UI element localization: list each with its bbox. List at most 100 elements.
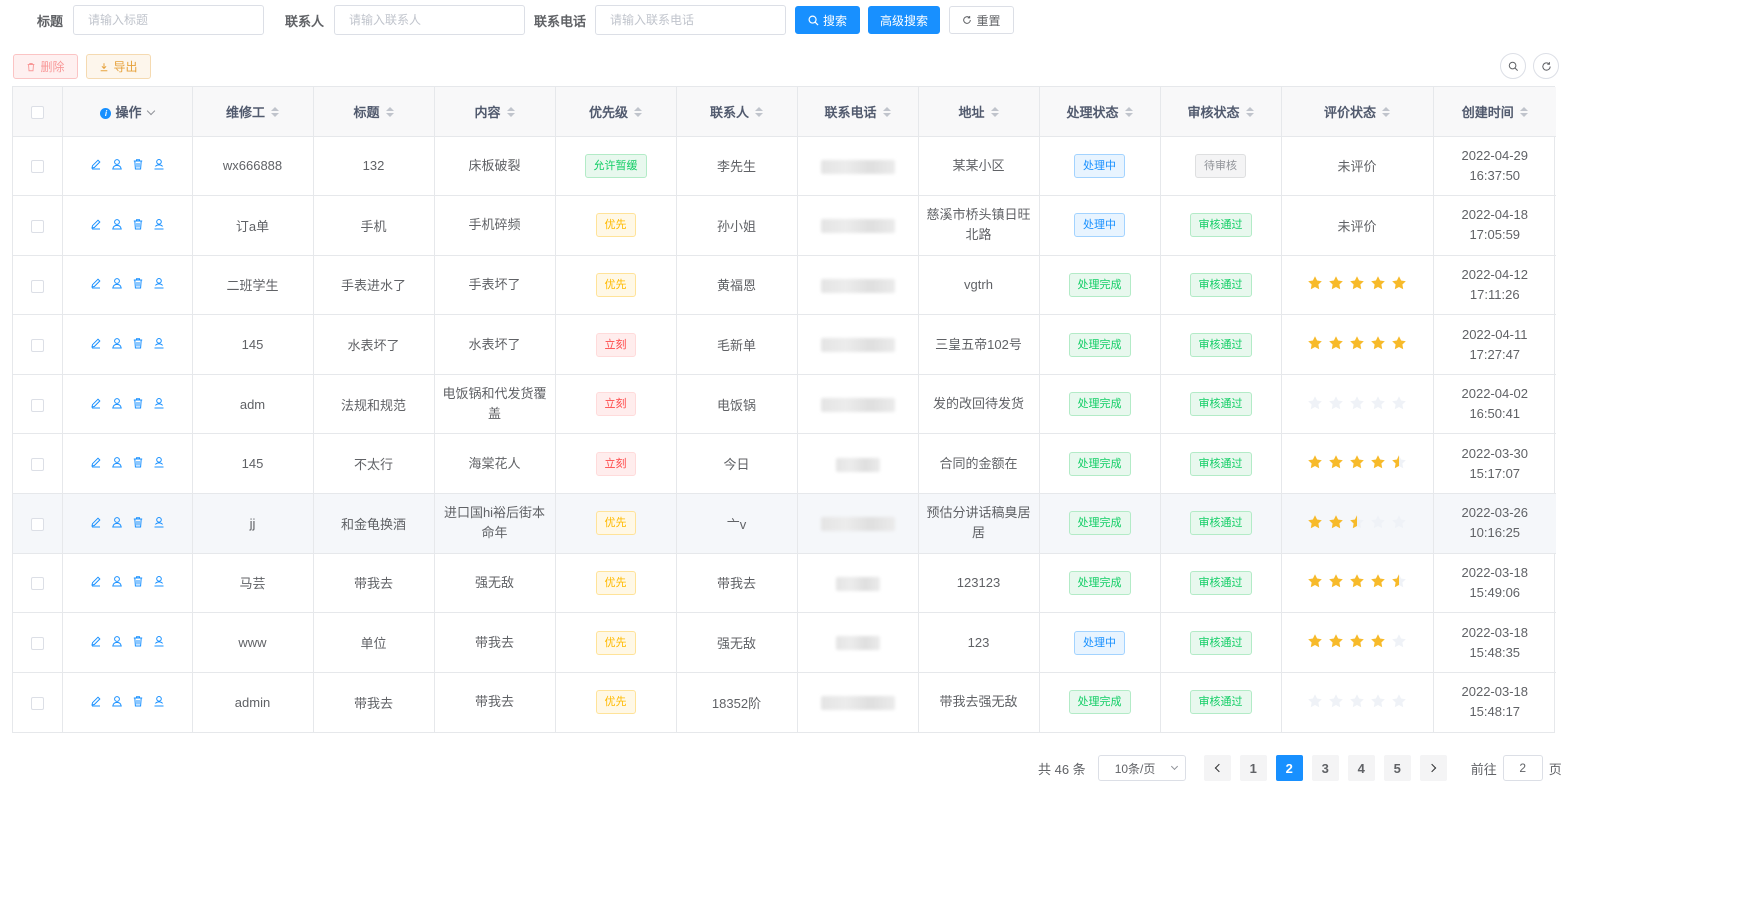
sort-icon[interactable] bbox=[990, 107, 999, 118]
header-title[interactable]: 标题 bbox=[313, 87, 435, 137]
star-icon[interactable] bbox=[1391, 693, 1407, 709]
star-icon[interactable] bbox=[1307, 514, 1323, 530]
export-button[interactable]: 导出 bbox=[86, 54, 151, 79]
star-icon[interactable] bbox=[1307, 693, 1323, 709]
page-size-select[interactable]: 10条/页 bbox=[1097, 755, 1186, 781]
toggle-search-button[interactable] bbox=[1500, 53, 1526, 79]
star-icon[interactable] bbox=[1307, 633, 1323, 649]
trash-icon[interactable] bbox=[132, 456, 144, 468]
search-button[interactable]: 搜索 bbox=[795, 6, 860, 34]
star-icon[interactable] bbox=[1391, 275, 1407, 291]
row-checkbox[interactable] bbox=[30, 219, 44, 233]
header-phone[interactable]: 联系电话 bbox=[797, 87, 919, 137]
sort-icon[interactable] bbox=[271, 107, 279, 118]
star-icon[interactable] bbox=[1391, 514, 1407, 530]
header-created[interactable]: 创建时间 bbox=[1433, 87, 1556, 137]
sort-icon[interactable] bbox=[755, 107, 763, 118]
edit-icon[interactable] bbox=[90, 158, 102, 170]
table-row[interactable]: 二班学生 手表进水了 手表坏了 优先 黄福恩 vgtrh 处理完成 审核通过 2… bbox=[13, 255, 1556, 316]
star-icon[interactable] bbox=[1307, 573, 1323, 589]
trash-icon[interactable] bbox=[132, 635, 144, 647]
row-checkbox[interactable] bbox=[30, 160, 44, 174]
table-row[interactable]: wx666888 132 床板破裂 允许暂缓 李先生 某某小区 处理中 待审核 … bbox=[13, 136, 1556, 197]
star-icon[interactable] bbox=[1370, 633, 1386, 649]
page-number-button[interactable]: 3 bbox=[1311, 755, 1339, 781]
star-icon[interactable] bbox=[1370, 514, 1386, 530]
sort-icon[interactable] bbox=[1245, 107, 1254, 118]
refresh-button[interactable] bbox=[1533, 53, 1559, 79]
contact-input[interactable] bbox=[334, 5, 525, 35]
star-icon[interactable] bbox=[1328, 633, 1344, 649]
table-row[interactable]: jj 和金龟换酒 进口国hi裕后街本命年 优先 亠v 预估分讲话稿臭居居 处理完… bbox=[13, 493, 1556, 554]
star-icon[interactable] bbox=[1391, 454, 1407, 470]
user-icon[interactable] bbox=[111, 277, 123, 289]
edit-icon[interactable] bbox=[90, 575, 102, 587]
star-icon[interactable] bbox=[1328, 275, 1344, 291]
trash-icon[interactable] bbox=[132, 218, 144, 230]
row-checkbox[interactable] bbox=[30, 279, 44, 293]
star-icon[interactable] bbox=[1349, 693, 1365, 709]
header-address[interactable]: 地址 bbox=[918, 87, 1040, 137]
user-icon[interactable] bbox=[111, 158, 123, 170]
assign-icon[interactable] bbox=[153, 516, 165, 528]
table-row[interactable]: admin 带我去 带我去 优先 18352阶 带我去强无敌 处理完成 审核通过… bbox=[13, 672, 1556, 732]
star-icon[interactable] bbox=[1307, 335, 1323, 351]
header-contact[interactable]: 联系人 bbox=[676, 87, 798, 137]
star-icon[interactable] bbox=[1349, 514, 1365, 530]
star-icon[interactable] bbox=[1349, 275, 1365, 291]
star-icon[interactable] bbox=[1391, 335, 1407, 351]
assign-icon[interactable] bbox=[153, 456, 165, 468]
star-icon[interactable] bbox=[1328, 514, 1344, 530]
row-checkbox[interactable] bbox=[30, 696, 44, 710]
table-row[interactable]: 145 水表坏了 水表坏了 立刻 毛新单 三皇五帝102号 处理完成 审核通过 … bbox=[13, 314, 1556, 375]
star-icon[interactable] bbox=[1328, 573, 1344, 589]
star-icon[interactable] bbox=[1391, 395, 1407, 411]
sort-icon[interactable] bbox=[1382, 107, 1390, 118]
star-icon[interactable] bbox=[1328, 454, 1344, 470]
user-icon[interactable] bbox=[111, 695, 123, 707]
trash-icon[interactable] bbox=[132, 337, 144, 349]
star-icon[interactable] bbox=[1391, 573, 1407, 589]
table-row[interactable]: 订a单 手机 手机碎频 优先 孙小姐 慈溪市桥头镇日旺北路 处理中 审核通过 未… bbox=[13, 195, 1556, 256]
edit-icon[interactable] bbox=[90, 635, 102, 647]
edit-icon[interactable] bbox=[90, 277, 102, 289]
header-priority[interactable]: 优先级 bbox=[555, 87, 677, 137]
star-icon[interactable] bbox=[1370, 275, 1386, 291]
star-icon[interactable] bbox=[1391, 633, 1407, 649]
trash-icon[interactable] bbox=[132, 158, 144, 170]
page-number-button[interactable]: 1 bbox=[1239, 755, 1267, 781]
trash-icon[interactable] bbox=[132, 277, 144, 289]
trash-icon[interactable] bbox=[132, 695, 144, 707]
delete-button[interactable]: 删除 bbox=[13, 54, 78, 79]
row-checkbox[interactable] bbox=[30, 637, 44, 651]
user-icon[interactable] bbox=[111, 397, 123, 409]
star-icon[interactable] bbox=[1370, 693, 1386, 709]
edit-icon[interactable] bbox=[90, 218, 102, 230]
star-icon[interactable] bbox=[1328, 395, 1344, 411]
star-icon[interactable] bbox=[1349, 454, 1365, 470]
table-row[interactable]: 马芸 带我去 强无敌 优先 带我去 123123 处理完成 审核通过 2022-… bbox=[13, 553, 1556, 614]
title-input[interactable] bbox=[73, 5, 264, 35]
advanced-search-button[interactable]: 高级搜索 bbox=[868, 6, 940, 34]
sort-icon[interactable] bbox=[882, 107, 891, 118]
sort-icon[interactable] bbox=[506, 107, 515, 118]
page-number-button[interactable]: 2 bbox=[1275, 755, 1303, 781]
header-status[interactable]: 处理状态 bbox=[1039, 87, 1161, 137]
star-icon[interactable] bbox=[1370, 573, 1386, 589]
reset-button[interactable]: 重置 bbox=[949, 6, 1014, 34]
goto-page-input[interactable] bbox=[1502, 755, 1543, 781]
edit-icon[interactable] bbox=[90, 456, 102, 468]
header-worker[interactable]: 维修工 bbox=[192, 87, 314, 137]
user-icon[interactable] bbox=[111, 218, 123, 230]
user-icon[interactable] bbox=[111, 635, 123, 647]
trash-icon[interactable] bbox=[132, 397, 144, 409]
row-checkbox[interactable] bbox=[30, 577, 44, 591]
header-audit[interactable]: 审核状态 bbox=[1160, 87, 1282, 137]
edit-icon[interactable] bbox=[90, 397, 102, 409]
page-number-button[interactable]: 4 bbox=[1347, 755, 1375, 781]
assign-icon[interactable] bbox=[153, 337, 165, 349]
star-icon[interactable] bbox=[1307, 454, 1323, 470]
phone-input[interactable] bbox=[595, 5, 786, 35]
assign-icon[interactable] bbox=[153, 397, 165, 409]
assign-icon[interactable] bbox=[153, 158, 165, 170]
